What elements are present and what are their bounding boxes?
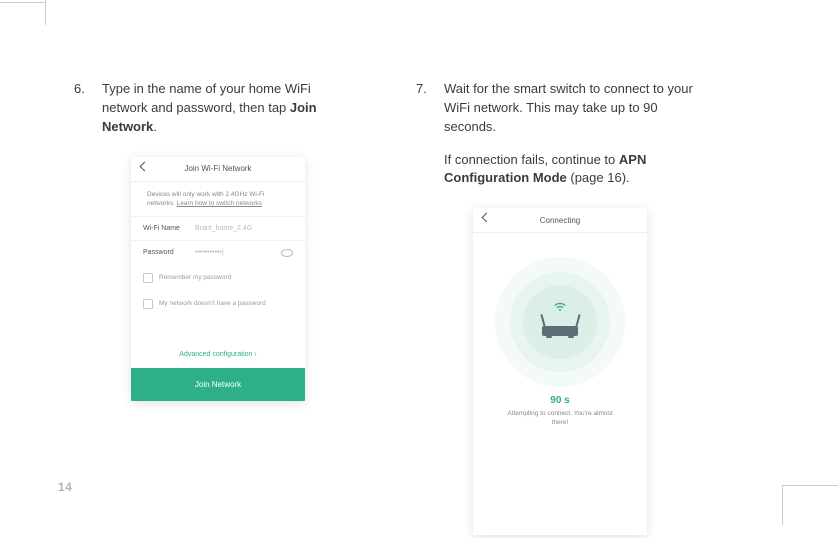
wifi-name-label: Wi-Fi Name [143, 225, 195, 232]
step-7-number: 7. [416, 80, 444, 188]
back-icon[interactable] [482, 213, 492, 223]
wifi-name-value: Brant_home_2.4G [195, 225, 293, 232]
step-6-text-b: . [153, 119, 157, 134]
remember-password-checkbox[interactable]: Remember my password [131, 265, 305, 291]
remember-label: Remember my password [159, 274, 231, 281]
step-6-number: 6. [74, 80, 102, 137]
attempting-message: Attempting to connect. You're almost the… [473, 406, 647, 427]
countdown-timer: 90 s [473, 395, 647, 406]
step-7-para1: Wait for the smart switch to connect to … [444, 80, 700, 137]
no-password-label: My network doesn't have a password [159, 300, 266, 307]
join-network-button[interactable]: Join Network [131, 368, 305, 401]
step-6-text: Type in the name of your home WiFi netwo… [102, 80, 358, 137]
wifi-password-value: •••••••••••| [195, 249, 281, 256]
wifi-icon [553, 302, 567, 314]
step-6-column: 6. Type in the name of your home WiFi ne… [78, 80, 358, 535]
step-7-column: 7. Wait for the smart switch to connect … [420, 80, 700, 535]
phone-join-wifi: Join Wi-Fi Network Devices will only wor… [131, 157, 305, 401]
checkbox-icon [143, 273, 153, 283]
step-7-text: Wait for the smart switch to connect to … [444, 80, 700, 188]
wifi-name-row[interactable]: Wi-Fi Name Brant_home_2.4G [131, 216, 305, 240]
screen-title: Join Wi-Fi Network [184, 164, 251, 173]
advanced-config-link[interactable]: Advanced configuration › [131, 341, 305, 368]
phone-connecting: Connecting 90 s [473, 208, 647, 535]
step-7-para2-b: (page 16). [567, 170, 630, 185]
eye-icon[interactable] [281, 249, 293, 257]
connecting-animation [495, 257, 625, 387]
screen-title: Connecting [540, 216, 580, 225]
page-number: 14 [58, 480, 72, 494]
wifi-info-notice: Devices will only work with 2.4GHz Wi-Fi… [131, 182, 305, 216]
no-password-checkbox[interactable]: My network doesn't have a password [131, 291, 305, 317]
switch-networks-link[interactable]: Learn how to switch networks [177, 200, 262, 207]
wifi-password-row[interactable]: Password •••••••••••| [131, 240, 305, 265]
wifi-password-label: Password [143, 249, 195, 256]
step-6-text-a: Type in the name of your home WiFi netwo… [102, 81, 311, 115]
back-icon[interactable] [140, 161, 150, 171]
checkbox-icon [143, 299, 153, 309]
step-7-para2-a: If connection fails, continue to [444, 152, 619, 167]
router-icon [538, 308, 582, 336]
